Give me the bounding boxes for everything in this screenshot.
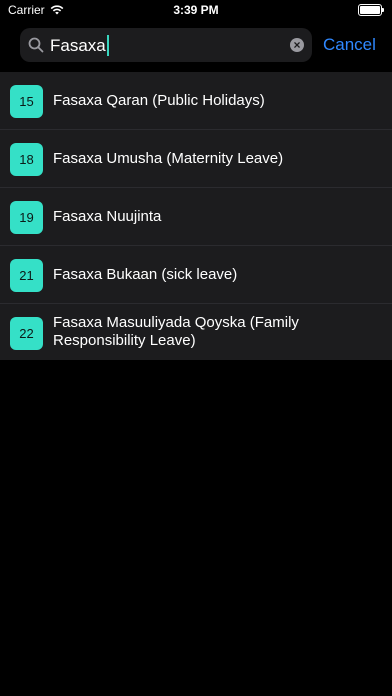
item-title: Fasaxa Masuuliyada Qoyska (Family Respon…	[53, 314, 299, 349]
item-number-badge: 15	[10, 85, 43, 118]
status-bar: Carrier 3:39 PM	[0, 0, 392, 20]
battery-icon	[358, 4, 384, 16]
search-input-value: Fasaxa	[50, 35, 106, 55]
search-input[interactable]: Fasaxa	[50, 35, 109, 56]
list-item[interactable]: 18 Fasaxa Umusha (Maternity Leave)	[0, 130, 392, 188]
list-item[interactable]: 21 Fasaxa Bukaan (sick leave)	[0, 246, 392, 304]
results-list: 15 Fasaxa Qaran (Public Holidays) 18 Fas…	[0, 72, 392, 360]
list-item[interactable]: 15 Fasaxa Qaran (Public Holidays)	[0, 72, 392, 130]
status-time: 3:39 PM	[173, 3, 219, 17]
cancel-button[interactable]: Cancel	[323, 35, 376, 55]
list-item[interactable]: 22 Fasaxa Masuuliyada Qoyska (Family Res…	[0, 304, 392, 360]
item-title: Fasaxa Qaran (Public Holidays)	[53, 92, 265, 109]
item-number-badge: 21	[10, 259, 43, 292]
search-icon	[28, 37, 44, 53]
item-number-badge: 22	[10, 317, 43, 350]
search-field[interactable]: Fasaxa ×	[20, 28, 312, 62]
search-row: Fasaxa × Cancel	[0, 20, 392, 72]
item-title: Fasaxa Nuujinta	[53, 208, 162, 225]
item-number-badge: 18	[10, 143, 43, 176]
item-title: Fasaxa Bukaan (sick leave)	[53, 266, 238, 283]
clear-icon[interactable]: ×	[290, 38, 304, 52]
list-item[interactable]: 19 Fasaxa Nuujinta	[0, 188, 392, 246]
item-number-badge: 19	[10, 201, 43, 234]
item-title: Fasaxa Umusha (Maternity Leave)	[53, 150, 284, 167]
text-cursor	[106, 35, 109, 56]
